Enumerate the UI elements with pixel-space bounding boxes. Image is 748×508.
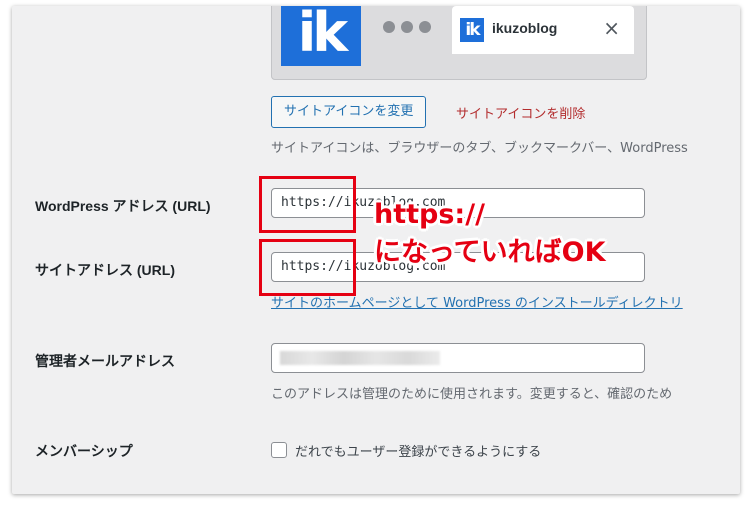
window-dot-icon (383, 21, 395, 33)
window-dot-icon (401, 21, 413, 33)
window-dot-icon (419, 21, 431, 33)
annotation-line-2: になっていればOK (374, 237, 606, 268)
change-site-icon-button[interactable]: サイトアイコンを変更 (271, 96, 427, 128)
window-controls (383, 21, 431, 33)
membership-label: メンバーシップ (35, 443, 133, 459)
site-icon-preview: ik ik ikuzoblog × (271, 6, 647, 80)
close-icon: × (603, 16, 620, 40)
favicon-icon: ik (460, 18, 484, 42)
wordpress-address-label: WordPress アドレス (URL) (35, 198, 211, 214)
annotation-line-1: https:// (374, 199, 485, 230)
highlight-box-site-url (259, 239, 356, 296)
browser-tab-preview: ik ikuzoblog × (452, 6, 634, 54)
admin-email-description: このアドレスは管理のために使用されます。変更すると、確認のため (271, 387, 673, 402)
redacted-email-blur (280, 351, 440, 365)
site-address-label: サイトアドレス (URL) (35, 262, 175, 278)
admin-email-label: 管理者メールアドレス (35, 353, 175, 369)
membership-checkbox[interactable] (271, 442, 287, 458)
membership-checkbox-label[interactable]: だれでもユーザー登録ができるようにする (295, 441, 541, 460)
site-icon-description: サイトアイコンは、ブラウザーのタブ、ブックマークバー、WordPress (271, 141, 688, 156)
highlight-box-wordpress-url (259, 176, 356, 233)
admin-email-input[interactable] (271, 343, 645, 373)
browser-tab-title: ikuzoblog (492, 20, 558, 36)
delete-site-icon-link[interactable]: サイトアイコンを削除 (456, 103, 585, 122)
general-settings-panel: ik ik ikuzoblog × サイトアイコンを変更 サイトアイコンを削除 … (12, 6, 740, 494)
site-logo-icon: ik (281, 6, 361, 66)
